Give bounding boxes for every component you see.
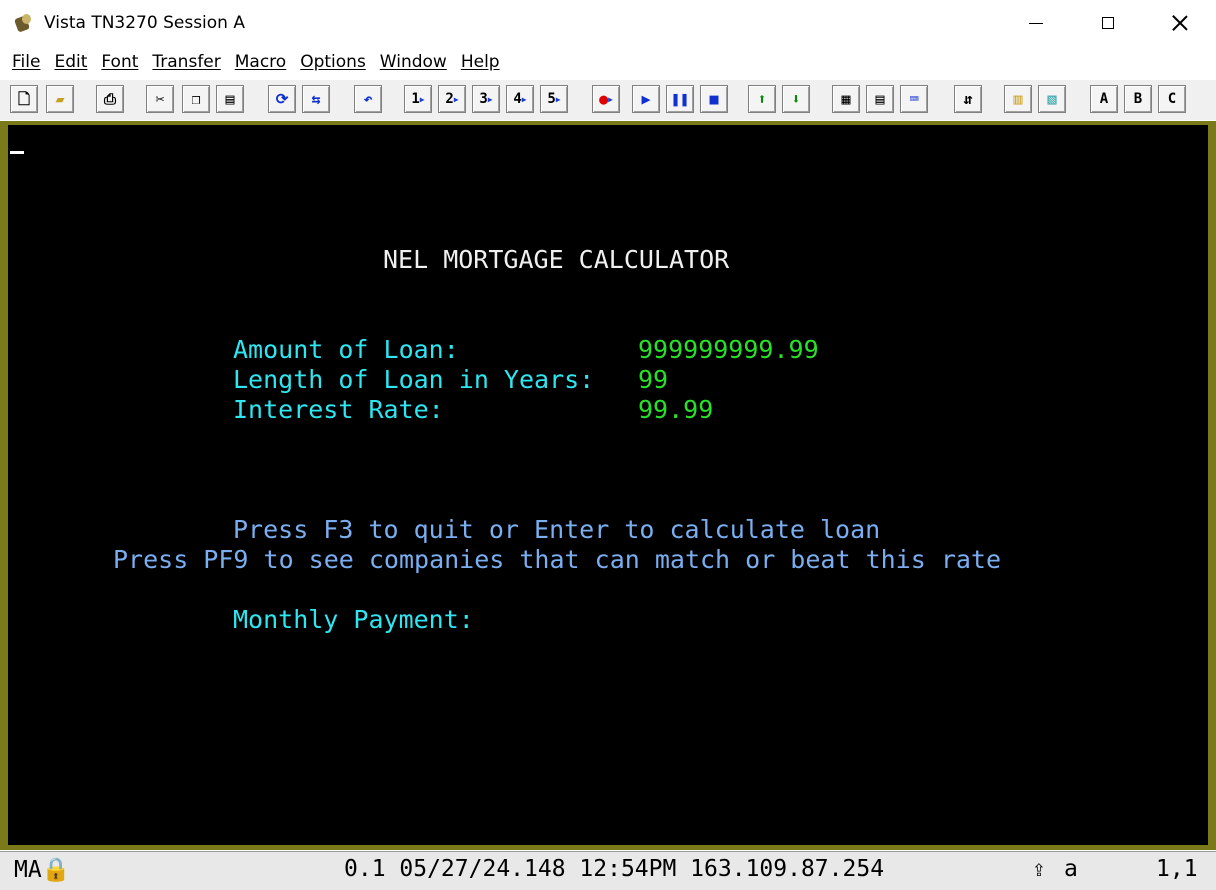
cursor-position: 1,1 [1156,856,1198,882]
macro-2-label: 2 [445,91,454,107]
copy-icon[interactable]: ❐ [182,85,210,113]
cut-icon[interactable]: ✂ [146,85,174,113]
menu-options[interactable]: Options [300,52,366,72]
macro-5-icon[interactable]: 5 ▶ [540,85,568,113]
macro-3-label: 3 [479,91,488,107]
properties-icon[interactable]: ▦ [832,85,860,113]
status-bar: MA🔒 0.1 05/27/24.148 12:54PM 163.109.87.… [0,851,1216,890]
minimize-button[interactable] [1000,0,1072,46]
status-info: 0.1 05/27/24.148 12:54PM 163.109.87.254 [344,856,885,882]
menu-macro[interactable]: Macro [235,52,286,72]
print-icon[interactable]: ⎙ [96,85,124,113]
session-b-icon[interactable]: B [1124,85,1152,113]
macro-3-icon[interactable]: 3 ▶ [472,85,500,113]
macro-5-label: 5 [547,91,556,107]
paste-icon[interactable]: ▤ [216,85,244,113]
macro-4-icon[interactable]: 4 ▶ [506,85,534,113]
close-button[interactable] [1144,0,1216,46]
menu-help[interactable]: Help [461,52,500,72]
window-title: Vista TN3270 Session A [44,13,245,33]
input-mode-indicator: a [1064,856,1078,882]
session-settings-icon[interactable]: ▤ [866,85,894,113]
file-transfer-icon[interactable]: ⇵ [954,85,982,113]
loan-length-field[interactable]: 99 [638,365,668,395]
undo-icon[interactable]: ↶ [354,85,382,113]
menu-transfer[interactable]: Transfer [152,52,220,72]
session-a-label: A [1099,91,1109,107]
page-up-icon[interactable]: ⬆ [748,85,776,113]
terminal-screen[interactable]: NEL MORTGAGE CALCULATOR Amount of Loan: … [8,125,1208,845]
reconnect-icon[interactable]: ⟳ [268,85,296,113]
interest-rate-label: Interest Rate: [233,395,444,424]
stop-icon[interactable]: ■ [700,85,728,113]
session-a-icon[interactable]: A [1090,85,1118,113]
macro-1-label: 1 [411,91,420,107]
menu-font[interactable]: Font [101,52,138,72]
loan-amount-label: Amount of Loan: [233,335,459,364]
monthly-payment-label: Monthly Payment: [233,605,474,634]
title-bar: Vista TN3270 Session A [0,0,1216,46]
toolbar: 🗋 ▰ ⎙ ✂ ❐ ▤ ⟳ ⇆ ↶ 1 ▶ 2 ▶ 3 ▶ 4 ▶ 5 ▶ ● ▶ ▶ ❚❚… [0,80,1216,120]
lock-icon: 🔒 [41,857,71,883]
record-icon[interactable]: ● ▶ [592,85,620,113]
keyboard-map-icon[interactable]: ⌨ [900,85,928,113]
macro-4-label: 4 [513,91,522,107]
macro-2-icon[interactable]: 2 ▶ [438,85,466,113]
screen-title: NEL MORTGAGE CALCULATOR [383,245,730,274]
interest-rate-field[interactable]: 99.99 [638,395,713,425]
instruction-pf9: Press PF9 to see companies that can matc… [113,545,1002,574]
menu-window[interactable]: Window [380,52,447,72]
app-icon [13,13,34,33]
session-c-label: C [1167,91,1177,107]
menu-file[interactable]: File [12,52,40,72]
close-icon [1172,15,1188,31]
clipboard-icon[interactable]: ▥ [1004,85,1032,113]
play-icon[interactable]: ▶ [632,85,660,113]
pause-icon[interactable]: ❚❚ [666,85,694,113]
maximize-button[interactable] [1072,0,1144,46]
menu-bar: File Edit Font Transfer Macro Options Wi… [0,48,1216,76]
loan-length-label: Length of Loan in Years: [233,365,595,394]
terminal-frame: NEL MORTGAGE CALCULATOR Amount of Loan: … [0,121,1216,850]
status-mode: MA🔒 [14,857,71,883]
open-folder-icon[interactable]: ▰ [46,85,74,113]
disconnect-icon[interactable]: ⇆ [302,85,330,113]
session-c-icon[interactable]: C [1158,85,1186,113]
session-b-label: B [1133,91,1143,107]
macro-1-icon[interactable]: 1 ▶ [404,85,432,113]
new-document-icon[interactable]: 🗋 [10,85,38,113]
maximize-icon [1102,17,1114,29]
shift-icon: ⇪ [1032,856,1046,882]
terminal-cursor [10,151,24,154]
notebook-icon[interactable]: ▧ [1038,85,1066,113]
loan-amount-field[interactable]: 999999999.99 [638,335,819,365]
instruction-quit-calculate: Press F3 to quit or Enter to calculate l… [233,515,881,544]
minimize-icon [1029,22,1043,24]
menu-edit[interactable]: Edit [54,52,87,72]
page-down-icon[interactable]: ⬇ [782,85,810,113]
